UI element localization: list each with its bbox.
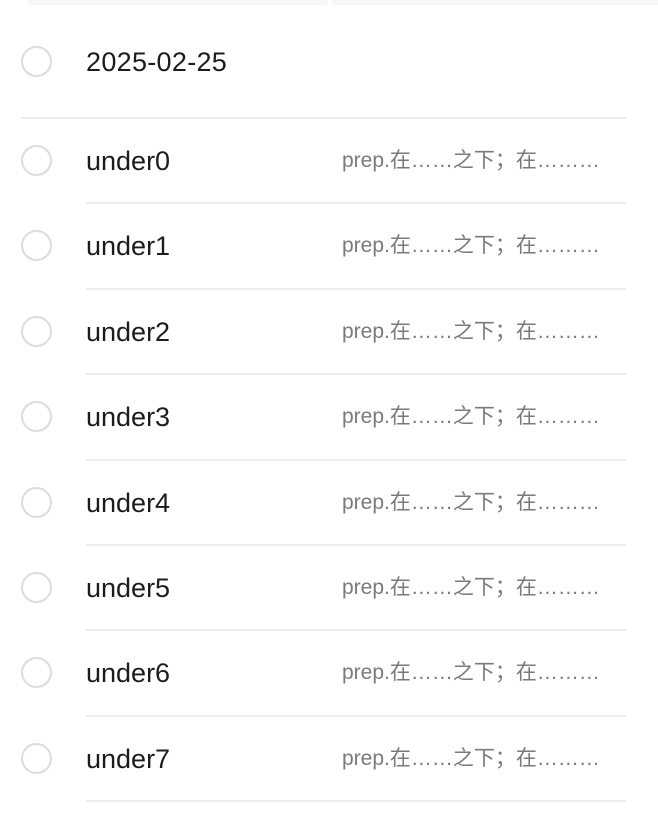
word-list: under0 prep.在……之下；在……… under1 prep.在……之下… bbox=[0, 119, 658, 803]
word-text: under3 bbox=[86, 402, 171, 433]
word-text: under2 bbox=[86, 316, 171, 347]
word-list-item[interactable]: under0 prep.在……之下；在……… bbox=[0, 119, 658, 205]
word-list-item[interactable]: under7 prep.在……之下；在……… bbox=[0, 717, 658, 803]
word-text: under4 bbox=[86, 487, 171, 518]
word-list-item[interactable]: under4 prep.在……之下；在……… bbox=[0, 461, 658, 546]
word-select-radio[interactable] bbox=[21, 145, 52, 176]
word-select-radio[interactable] bbox=[21, 230, 52, 262]
word-meaning: prep.在……之下；在……… bbox=[342, 234, 600, 258]
group-date-label: 2025-02-25 bbox=[86, 47, 228, 77]
word-text: under6 bbox=[86, 658, 171, 689]
word-meaning: prep.在……之下；在……… bbox=[342, 319, 600, 343]
word-text: under7 bbox=[86, 743, 171, 774]
word-list-item[interactable]: under2 prep.在……之下；在……… bbox=[0, 290, 658, 376]
word-list-item[interactable]: under6 prep.在……之下；在……… bbox=[0, 631, 658, 717]
word-meaning: prep.在……之下；在……… bbox=[342, 661, 600, 685]
word-meaning: prep.在……之下；在……… bbox=[342, 575, 600, 599]
word-text: under0 bbox=[86, 146, 171, 176]
top-edge-segment-left bbox=[28, 0, 328, 5]
word-select-radio[interactable] bbox=[21, 486, 52, 518]
word-select-radio[interactable] bbox=[21, 742, 52, 774]
word-select-radio[interactable] bbox=[21, 315, 52, 347]
word-text: under1 bbox=[86, 231, 171, 262]
word-select-radio[interactable] bbox=[21, 571, 52, 603]
word-select-radio[interactable] bbox=[21, 401, 52, 433]
top-edge-segment-right bbox=[332, 0, 658, 5]
word-list-item[interactable]: under3 prep.在……之下；在……… bbox=[0, 375, 658, 461]
item-divider bbox=[86, 800, 626, 803]
word-list-item[interactable]: under5 prep.在……之下；在……… bbox=[0, 546, 658, 632]
group-select-radio[interactable] bbox=[21, 46, 52, 77]
word-meaning: prep.在……之下；在……… bbox=[342, 149, 600, 172]
word-select-radio[interactable] bbox=[21, 657, 52, 689]
word-meaning: prep.在……之下；在……… bbox=[342, 405, 600, 429]
word-list-item[interactable]: under1 prep.在……之下；在……… bbox=[0, 204, 658, 290]
top-scroll-edge bbox=[0, 0, 658, 6]
word-text: under5 bbox=[86, 572, 171, 603]
word-meaning: prep.在……之下；在……… bbox=[342, 746, 600, 770]
word-meaning: prep.在……之下；在……… bbox=[342, 490, 600, 514]
date-group-header[interactable]: 2025-02-25 bbox=[0, 20, 658, 105]
